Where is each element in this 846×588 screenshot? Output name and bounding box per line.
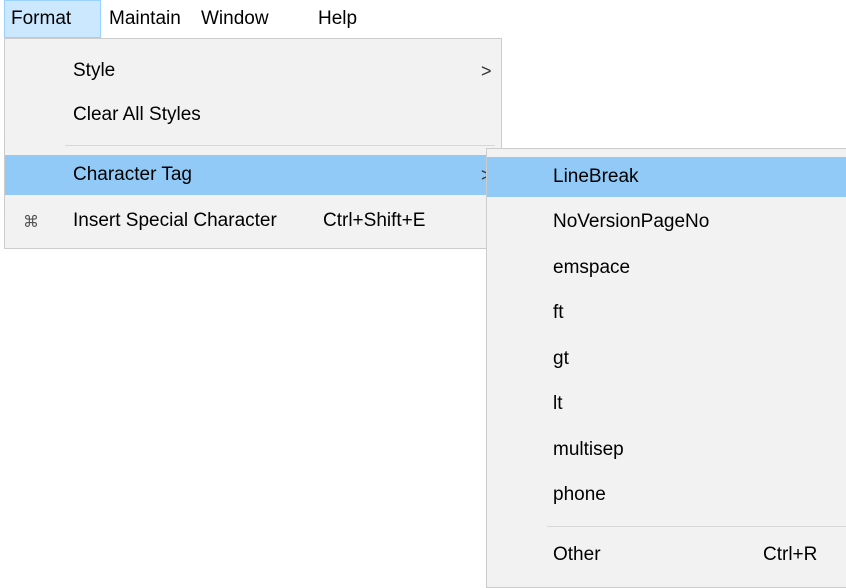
submenu-item-label: NoVersionPageNo <box>553 211 710 232</box>
format-menu: Style > Clear All Styles Character Tag >… <box>4 38 502 249</box>
menu-help[interactable]: Help <box>312 0 363 38</box>
submenu-item-label: lt <box>553 393 563 414</box>
menu-item-character-tag[interactable]: Character Tag > <box>5 155 501 195</box>
submenu-item-emspace[interactable]: emspace <box>487 248 846 288</box>
submenu-item-label: ft <box>553 302 564 323</box>
menu-item-clear-all-styles-label: Clear All Styles <box>73 104 201 125</box>
menu-maintain-label: Maintain <box>109 8 181 29</box>
shortcut-label: Ctrl+R <box>763 544 818 565</box>
menu-maintain[interactable]: Maintain <box>103 0 187 38</box>
special-character-icon: ⌘ <box>23 212 39 231</box>
submenu-item-label: gt <box>553 348 569 369</box>
shortcut-label: Ctrl+Shift+E <box>323 210 426 231</box>
submenu-item-label: Other <box>553 544 601 565</box>
svg-text:⌘: ⌘ <box>23 212 39 231</box>
submenu-item-noversionpageno[interactable]: NoVersionPageNo <box>487 202 846 242</box>
submenu-item-label: phone <box>553 484 606 505</box>
submenu-item-gt[interactable]: gt <box>487 339 846 379</box>
submenu-item-label: multisep <box>553 439 624 460</box>
submenu-item-label: LineBreak <box>553 166 639 187</box>
menu-item-insert-special-character[interactable]: ⌘ Insert Special Character Ctrl+Shift+E <box>5 201 501 241</box>
submenu-item-multisep[interactable]: multisep <box>487 430 846 470</box>
menu-format-label: Format <box>11 8 72 29</box>
menu-window[interactable]: Window <box>195 0 275 38</box>
submenu-item-lt[interactable]: lt <box>487 384 846 424</box>
menu-window-label: Window <box>201 8 269 29</box>
menu-help-label: Help <box>318 8 358 29</box>
menu-item-character-tag-label: Character Tag <box>73 164 192 185</box>
menu-item-insert-special-character-label: Insert Special Character <box>73 210 277 231</box>
menu-format[interactable]: Format <box>4 0 101 38</box>
submenu-arrow-icon: > <box>481 61 492 81</box>
submenu-item-ft[interactable]: ft <box>487 293 846 333</box>
menu-item-style-label: Style <box>73 60 116 81</box>
submenu-item-linebreak[interactable]: LineBreak <box>487 157 846 197</box>
submenu-item-label: emspace <box>553 257 631 278</box>
menu-item-clear-all-styles[interactable]: Clear All Styles <box>5 95 501 135</box>
menu-separator <box>547 526 846 527</box>
character-tag-submenu: LineBreak NoVersionPageNo emspace ft gt … <box>486 148 846 588</box>
menu-item-style[interactable]: Style > <box>5 51 501 91</box>
submenu-item-phone[interactable]: phone <box>487 475 846 515</box>
submenu-item-other[interactable]: Other Ctrl+R <box>487 535 846 575</box>
menu-bar: Format Maintain Window Help <box>0 0 846 38</box>
menu-separator <box>65 145 495 146</box>
